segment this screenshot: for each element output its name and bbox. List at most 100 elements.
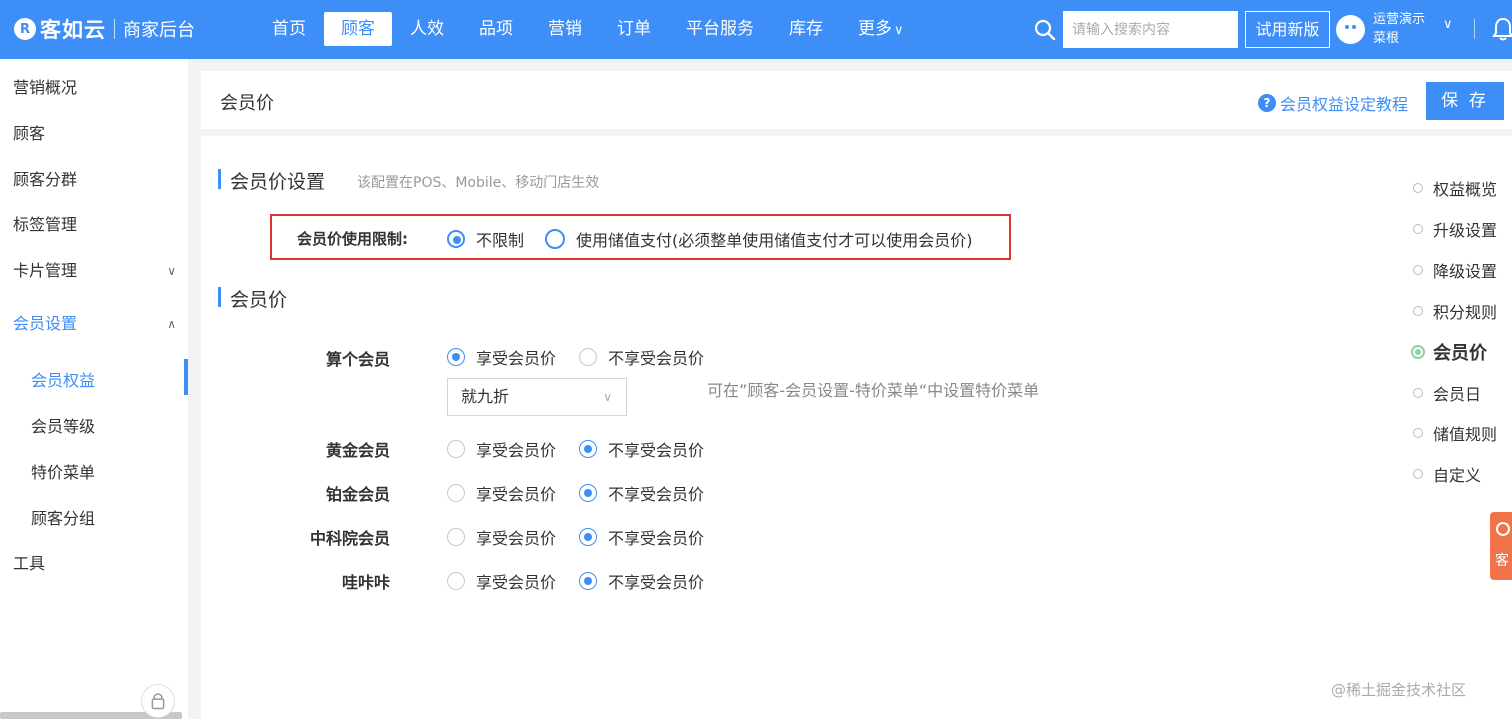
- nav-home[interactable]: 首页: [255, 12, 323, 46]
- radio-stored-value-only[interactable]: 使用储值支付(必须整单使用储值支付才可以使用会员价): [545, 227, 973, 251]
- nav-orders[interactable]: 订单: [600, 12, 668, 46]
- sidebar-item-customer-groups[interactable]: 顾客分群: [0, 158, 188, 202]
- sidebar-item-customer-grouping[interactable]: 顾客分组: [0, 497, 188, 541]
- sidebar-item-marketing-overview[interactable]: 营销概况: [0, 66, 188, 110]
- question-icon: ?: [1258, 94, 1276, 112]
- anchor-dot-icon: [1413, 388, 1423, 398]
- radio-label: 不享受会员价: [608, 349, 705, 368]
- sidebar-item-tag-management[interactable]: 标签管理: [0, 203, 188, 247]
- page-header: 会员价 ? 会员权益设定教程 保 存: [201, 71, 1512, 129]
- anchor-label: 会员日: [1433, 385, 1482, 404]
- nav-items[interactable]: 品项: [462, 12, 530, 46]
- sidebar-item-customers[interactable]: 顾客: [0, 112, 188, 156]
- member-level-label: 黄金会员: [325, 441, 390, 460]
- nav-more[interactable]: 更多 ∨: [841, 12, 921, 46]
- sidebar-item-special-menu[interactable]: 特价菜单: [0, 451, 188, 495]
- nav-more-label: 更多: [858, 19, 892, 39]
- radio-enjoy-member-price[interactable]: 享受会员价: [447, 345, 556, 369]
- sidebar-item-card-management[interactable]: 卡片管理 ∨: [0, 249, 188, 293]
- member-level-label: 中科院会员: [309, 529, 390, 548]
- usage-limit-label: 会员价使用限制:: [297, 230, 408, 248]
- nav-marketing[interactable]: 营销: [531, 12, 599, 46]
- anchor-dot-icon: [1413, 306, 1423, 316]
- headset-icon: [1496, 522, 1510, 536]
- usage-limit-highlight: 会员价使用限制: 不限制 使用储值支付(必须整单使用储值支付才可以使用会员价): [270, 214, 1011, 260]
- main-nav: 首页 顾客 人效 品项 营销 订单 平台服务 库存 更多 ∨: [255, 12, 922, 46]
- radio-checked-icon: [447, 348, 465, 366]
- save-button[interactable]: 保 存: [1426, 82, 1504, 120]
- section-title-settings: 会员价设置: [218, 167, 325, 194]
- anchor-label: 积分规则: [1433, 303, 1498, 322]
- anchor-label: 升级设置: [1433, 221, 1498, 240]
- radio-no-limit[interactable]: 不限制: [447, 227, 524, 251]
- radio-label: 不享受会员价: [608, 573, 705, 592]
- sidebar-item-member-levels[interactable]: 会员等级: [0, 405, 188, 449]
- lock-icon[interactable]: [141, 684, 175, 718]
- avatar[interactable]: [1336, 15, 1365, 44]
- sidebar-item-member-settings[interactable]: 会员设置 ∧: [0, 302, 188, 346]
- radio-checked-icon: [579, 440, 597, 458]
- radio-unchecked-icon: [447, 484, 465, 502]
- radio-checked-icon: [447, 230, 465, 248]
- user-menu[interactable]: 运营演示 菜根: [1373, 10, 1425, 48]
- chevron-down-icon[interactable]: ∨: [1443, 17, 1453, 32]
- radio-no-member-price[interactable]: 不享受会员价: [579, 525, 704, 549]
- member-level-label: 算个会员: [325, 350, 390, 369]
- anchor-label: 会员价: [1433, 343, 1487, 364]
- radio-unchecked-icon: [579, 348, 597, 366]
- radio-label: 使用储值支付(必须整单使用储值支付才可以使用会员价): [576, 231, 973, 250]
- sidebar-item-label: 会员设置: [13, 314, 78, 333]
- discount-select[interactable]: 就九折 ∨: [447, 378, 627, 416]
- chevron-down-icon: ∨: [167, 264, 176, 278]
- anchor-label: 权益概览: [1433, 180, 1498, 199]
- radio-checked-icon: [579, 528, 597, 546]
- anchor-dot-icon: [1413, 224, 1423, 234]
- logo-subtitle: 商家后台: [123, 20, 195, 41]
- nav-platform[interactable]: 平台服务: [669, 12, 771, 46]
- anchor-active-dot-icon: [1411, 345, 1425, 359]
- radio-no-member-price[interactable]: 不享受会员价: [579, 345, 704, 369]
- radio-enjoy-member-price[interactable]: 享受会员价: [447, 481, 556, 505]
- nav-staff[interactable]: 人效: [393, 12, 461, 46]
- radio-label: 享受会员价: [476, 485, 557, 504]
- radio-checked-icon: [579, 572, 597, 590]
- radio-label: 享受会员价: [476, 529, 557, 548]
- section-title-member-price: 会员价: [218, 285, 287, 312]
- help-tutorial-label: 会员权益设定教程: [1280, 95, 1409, 114]
- help-tutorial-link[interactable]: ? 会员权益设定教程: [1258, 91, 1408, 115]
- sidebar: 营销概况 顾客 顾客分群 标签管理 卡片管理 ∨ 会员设置 ∧ 会员权益 会员等…: [0, 59, 188, 719]
- sidebar-item-tools[interactable]: 工具: [0, 542, 188, 586]
- sidebar-item-member-benefits[interactable]: 会员权益: [0, 359, 188, 403]
- nav-customers[interactable]: 顾客: [324, 12, 392, 46]
- search-icon[interactable]: [1034, 19, 1056, 41]
- sidebar-item-label: 卡片管理: [13, 261, 78, 280]
- anchor-dot-icon: [1413, 183, 1423, 193]
- special-menu-hint: 可在”顾客-会员设置-特价菜单“中设置特价菜单: [707, 381, 1040, 400]
- page-title: 会员价: [220, 93, 274, 114]
- radio-enjoy-member-price[interactable]: 享受会员价: [447, 569, 556, 593]
- chevron-down-icon: ∨: [603, 390, 612, 404]
- radio-label: 不享受会员价: [608, 485, 705, 504]
- logo-divider: [114, 19, 115, 39]
- radio-no-member-price[interactable]: 不享受会员价: [579, 481, 704, 505]
- search-input[interactable]: [1063, 11, 1238, 48]
- radio-no-member-price[interactable]: 不享受会员价: [579, 569, 704, 593]
- anchor-label: 储值规则: [1433, 425, 1498, 444]
- radio-unchecked-icon: [447, 528, 465, 546]
- radio-enjoy-member-price[interactable]: 享受会员价: [447, 437, 556, 461]
- customer-service-tab[interactable]: 客: [1490, 512, 1512, 580]
- bell-icon[interactable]: [1492, 17, 1512, 41]
- logo-icon: R: [14, 18, 36, 40]
- watermark: @稀土掘金技术社区: [1331, 681, 1467, 699]
- radio-unchecked-icon: [447, 440, 465, 458]
- anchor-dot-icon: [1413, 469, 1423, 479]
- try-new-version-button[interactable]: 试用新版: [1245, 11, 1330, 48]
- radio-no-member-price[interactable]: 不享受会员价: [579, 437, 704, 461]
- radio-enjoy-member-price[interactable]: 享受会员价: [447, 525, 556, 549]
- radio-label: 不享受会员价: [608, 441, 705, 460]
- app-logo[interactable]: R 客如云 商家后台: [14, 14, 195, 44]
- radio-label: 享受会员价: [476, 349, 557, 368]
- radio-label: 享受会员价: [476, 441, 557, 460]
- logo-text: 客如云: [40, 18, 106, 42]
- nav-inventory[interactable]: 库存: [772, 12, 840, 46]
